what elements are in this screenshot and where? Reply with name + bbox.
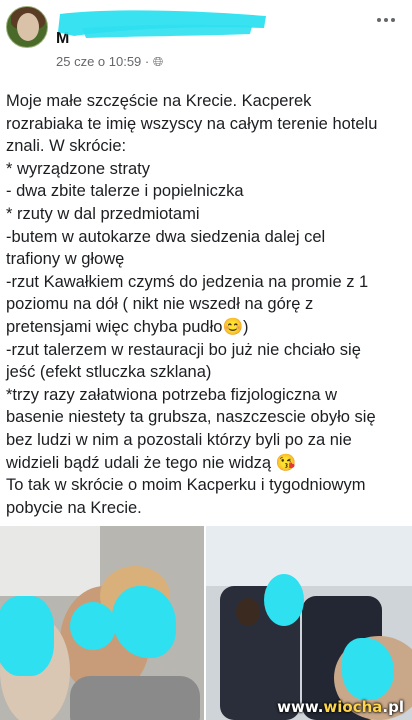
- post-line: znali. W skrócie:: [6, 137, 127, 156]
- post-line: jeść (efekt stluczka szklana): [6, 363, 212, 382]
- post-line: * wyrządzone straty: [6, 159, 150, 178]
- more-horizontal-icon[interactable]: [372, 10, 400, 30]
- post-line: pretensjami więc chyba pudło😊): [6, 317, 249, 336]
- post-timestamp[interactable]: 25 cze o 10:59 · 🌐︎: [56, 54, 163, 70]
- post-line: -rzut Kawałkiem czymś do jedzenia na pro…: [6, 272, 369, 291]
- post-line: widzieli bądź udali że tego nie widzą 😘: [6, 453, 297, 472]
- post-line: - dwa zbite talerze i popielniczka: [6, 182, 244, 201]
- post-line: * rzuty w dal przedmiotami: [6, 204, 200, 223]
- post-line: poziomu na dół ( nikt nie wszedł na górę…: [6, 295, 314, 314]
- photo-grid: www.wiocha.pl: [0, 526, 412, 720]
- post-line: *trzy razy załatwiona potrzeba fizjologi…: [6, 385, 338, 404]
- photo-family-selfie[interactable]: [0, 526, 204, 720]
- post-line: basenie niestety ta grubsza, naszczescie…: [6, 408, 376, 427]
- avatar-face: [17, 13, 39, 41]
- post-text: Moje małe szczęście na Krecie. Kacperek …: [6, 90, 408, 519]
- photo-ferry-seats[interactable]: [206, 526, 412, 720]
- watermark-accent: wiocha: [323, 698, 383, 716]
- post-line: rozrabiaka te imię wszyscy na całym tere…: [6, 114, 378, 133]
- watermark: www.wiocha.pl: [277, 698, 404, 716]
- author-name-redaction: [52, 6, 272, 46]
- post-line: trafiony w głowę: [6, 250, 125, 269]
- post-header: M 25 cze o 10:59 · 🌐︎: [0, 0, 412, 80]
- globe-icon: 🌐︎: [152, 54, 164, 69]
- author-avatar[interactable]: [6, 6, 48, 48]
- post-line: -butem w autokarze dwa siedzenia dalej c…: [6, 227, 326, 246]
- watermark-prefix: www.: [277, 698, 324, 716]
- post-line: -rzut talerzem w restauracji bo już nie …: [6, 340, 361, 359]
- timestamp-text: 25 cze o 10:59 ·: [56, 54, 153, 69]
- post-line: bez ludzi w nim a pozostali którzy byli …: [6, 430, 352, 449]
- post-line: To tak w skrócie o moim Kacperku i tygod…: [6, 476, 366, 495]
- watermark-suffix: .pl: [382, 698, 404, 716]
- post-line: Moje małe szczęście na Krecie. Kacperek: [6, 92, 312, 110]
- post-line: pobycie na Krecie.: [6, 498, 142, 517]
